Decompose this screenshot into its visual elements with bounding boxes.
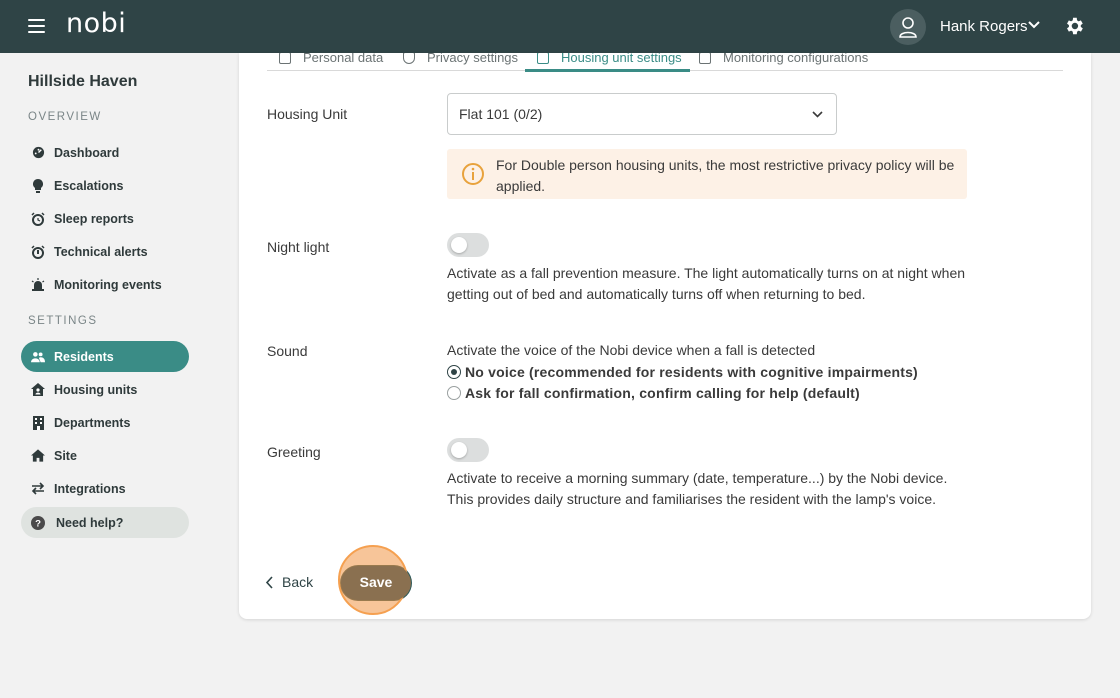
sidebar-item-label: Sleep reports xyxy=(54,211,134,226)
site-name: Hillside Haven xyxy=(28,73,138,90)
sidebar-item-integrations[interactable]: Integrations xyxy=(21,473,189,504)
gear-icon[interactable] xyxy=(1063,15,1085,37)
settings-tabs: Personal data Privacy settings Housing u… xyxy=(267,53,1063,72)
tab-personal-data[interactable]: Personal data xyxy=(279,53,383,70)
sound-label: Sound xyxy=(267,343,308,359)
radio-label: No voice (recommended for residents with… xyxy=(465,364,918,380)
back-button[interactable]: Back xyxy=(265,574,313,590)
user-name[interactable]: Hank Rogers xyxy=(940,18,1028,35)
sidebar-item-label: Site xyxy=(54,448,77,463)
sidebar-item-site[interactable]: Site xyxy=(21,440,189,471)
sidebar-item-sleep-reports[interactable]: Sleep reports xyxy=(21,203,189,234)
building-icon xyxy=(537,53,549,64)
settings-section-label: SETTINGS xyxy=(28,315,98,327)
sound-description: Activate the voice of the Nobi device wh… xyxy=(447,342,816,358)
sidebar-item-label: Housing units xyxy=(54,382,138,397)
sidebar-item-dashboard[interactable]: Dashboard xyxy=(21,137,189,168)
tab-privacy-settings[interactable]: Privacy settings xyxy=(403,53,518,70)
need-help-label: Need help? xyxy=(56,515,124,530)
greeting-description: Activate to receive a morning summary (d… xyxy=(447,470,948,507)
sidebar-item-escalations[interactable]: Escalations xyxy=(21,170,189,201)
home-icon xyxy=(31,449,45,463)
tab-monitoring-configurations[interactable]: Monitoring configurations xyxy=(699,53,868,70)
need-help-button[interactable]: ? Need help? xyxy=(21,507,189,538)
housing-unit-select[interactable]: Flat 101 (0/2) xyxy=(447,93,837,135)
bulb-icon xyxy=(31,178,45,193)
avatar[interactable] xyxy=(890,9,926,45)
night-light-label: Night light xyxy=(267,239,330,255)
tab-housing-unit-settings[interactable]: Housing unit settings xyxy=(525,53,690,72)
chevron-down-icon xyxy=(812,111,823,118)
sound-option-no-voice[interactable]: No voice (recommended for residents with… xyxy=(447,364,918,380)
sidebar: Hillside Haven OVERVIEW Dashboard Escala… xyxy=(0,53,212,698)
sidebar-item-label: Departments xyxy=(54,415,131,430)
menu-icon[interactable] xyxy=(28,19,45,33)
sidebar-item-monitoring-events[interactable]: Monitoring events xyxy=(21,269,189,300)
tab-label: Privacy settings xyxy=(427,53,519,65)
sidebar-item-label: Integrations xyxy=(54,481,126,496)
alarm-clock-icon xyxy=(31,211,45,226)
sidebar-item-label: Residents xyxy=(54,349,114,364)
user-icon xyxy=(899,17,917,38)
radio-label: Ask for fall confirmation, confirm calli… xyxy=(465,385,860,401)
greeting-toggle[interactable] xyxy=(447,438,489,462)
greeting-label: Greeting xyxy=(267,444,321,460)
sidebar-item-label: Dashboard xyxy=(54,145,120,160)
housing-unit-value: Flat 101 (0/2) xyxy=(459,106,543,122)
privacy-info-alert: For Double person housing units, the mos… xyxy=(447,149,967,199)
toggle-knob xyxy=(451,237,467,253)
back-label: Back xyxy=(282,574,314,590)
housing-unit-label: Housing Unit xyxy=(267,106,348,122)
siren-icon xyxy=(31,278,45,292)
app-logo[interactable]: nobi xyxy=(66,8,126,39)
overview-section-label: OVERVIEW xyxy=(28,111,102,123)
night-light-description: Activate as a fall prevention measure. T… xyxy=(447,265,966,302)
tab-label: Personal data xyxy=(303,53,384,65)
person-icon xyxy=(279,53,291,64)
sound-option-ask-confirmation[interactable]: Ask for fall confirmation, confirm calli… xyxy=(447,385,860,401)
radio-button[interactable] xyxy=(447,365,461,379)
chevron-left-icon xyxy=(265,575,273,589)
alarm-icon xyxy=(31,244,45,259)
sidebar-item-label: Monitoring events xyxy=(54,277,162,292)
sidebar-item-departments[interactable]: Departments xyxy=(21,407,189,438)
tab-label: Housing unit settings xyxy=(561,53,682,65)
toggle-knob xyxy=(451,442,467,458)
night-light-toggle[interactable] xyxy=(447,233,489,257)
swap-icon xyxy=(31,482,45,496)
building-icon xyxy=(31,415,45,430)
save-button-fill xyxy=(341,566,411,600)
shield-icon xyxy=(403,53,415,64)
monitor-icon xyxy=(699,53,711,64)
sidebar-item-technical-alerts[interactable]: Technical alerts xyxy=(21,236,189,267)
sidebar-item-label: Technical alerts xyxy=(54,244,148,259)
house-user-icon xyxy=(31,383,45,397)
chevron-down-icon[interactable] xyxy=(1027,18,1041,32)
people-icon xyxy=(31,350,45,364)
info-icon xyxy=(462,163,484,185)
resident-settings-card: Personal data Privacy settings Housing u… xyxy=(239,53,1091,619)
dashboard-icon xyxy=(31,146,45,160)
sidebar-item-housing-units[interactable]: Housing units xyxy=(21,374,189,405)
sidebar-item-label: Escalations xyxy=(54,178,124,193)
alert-text: For Double person housing units, the mos… xyxy=(496,157,955,194)
top-bar: nobi Hank Rogers xyxy=(0,0,1120,53)
svg-text:?: ? xyxy=(35,518,41,529)
sidebar-item-residents[interactable]: Residents xyxy=(21,341,189,372)
radio-button[interactable] xyxy=(447,386,461,400)
help-icon: ? xyxy=(31,515,45,530)
tab-label: Monitoring configurations xyxy=(723,53,869,65)
